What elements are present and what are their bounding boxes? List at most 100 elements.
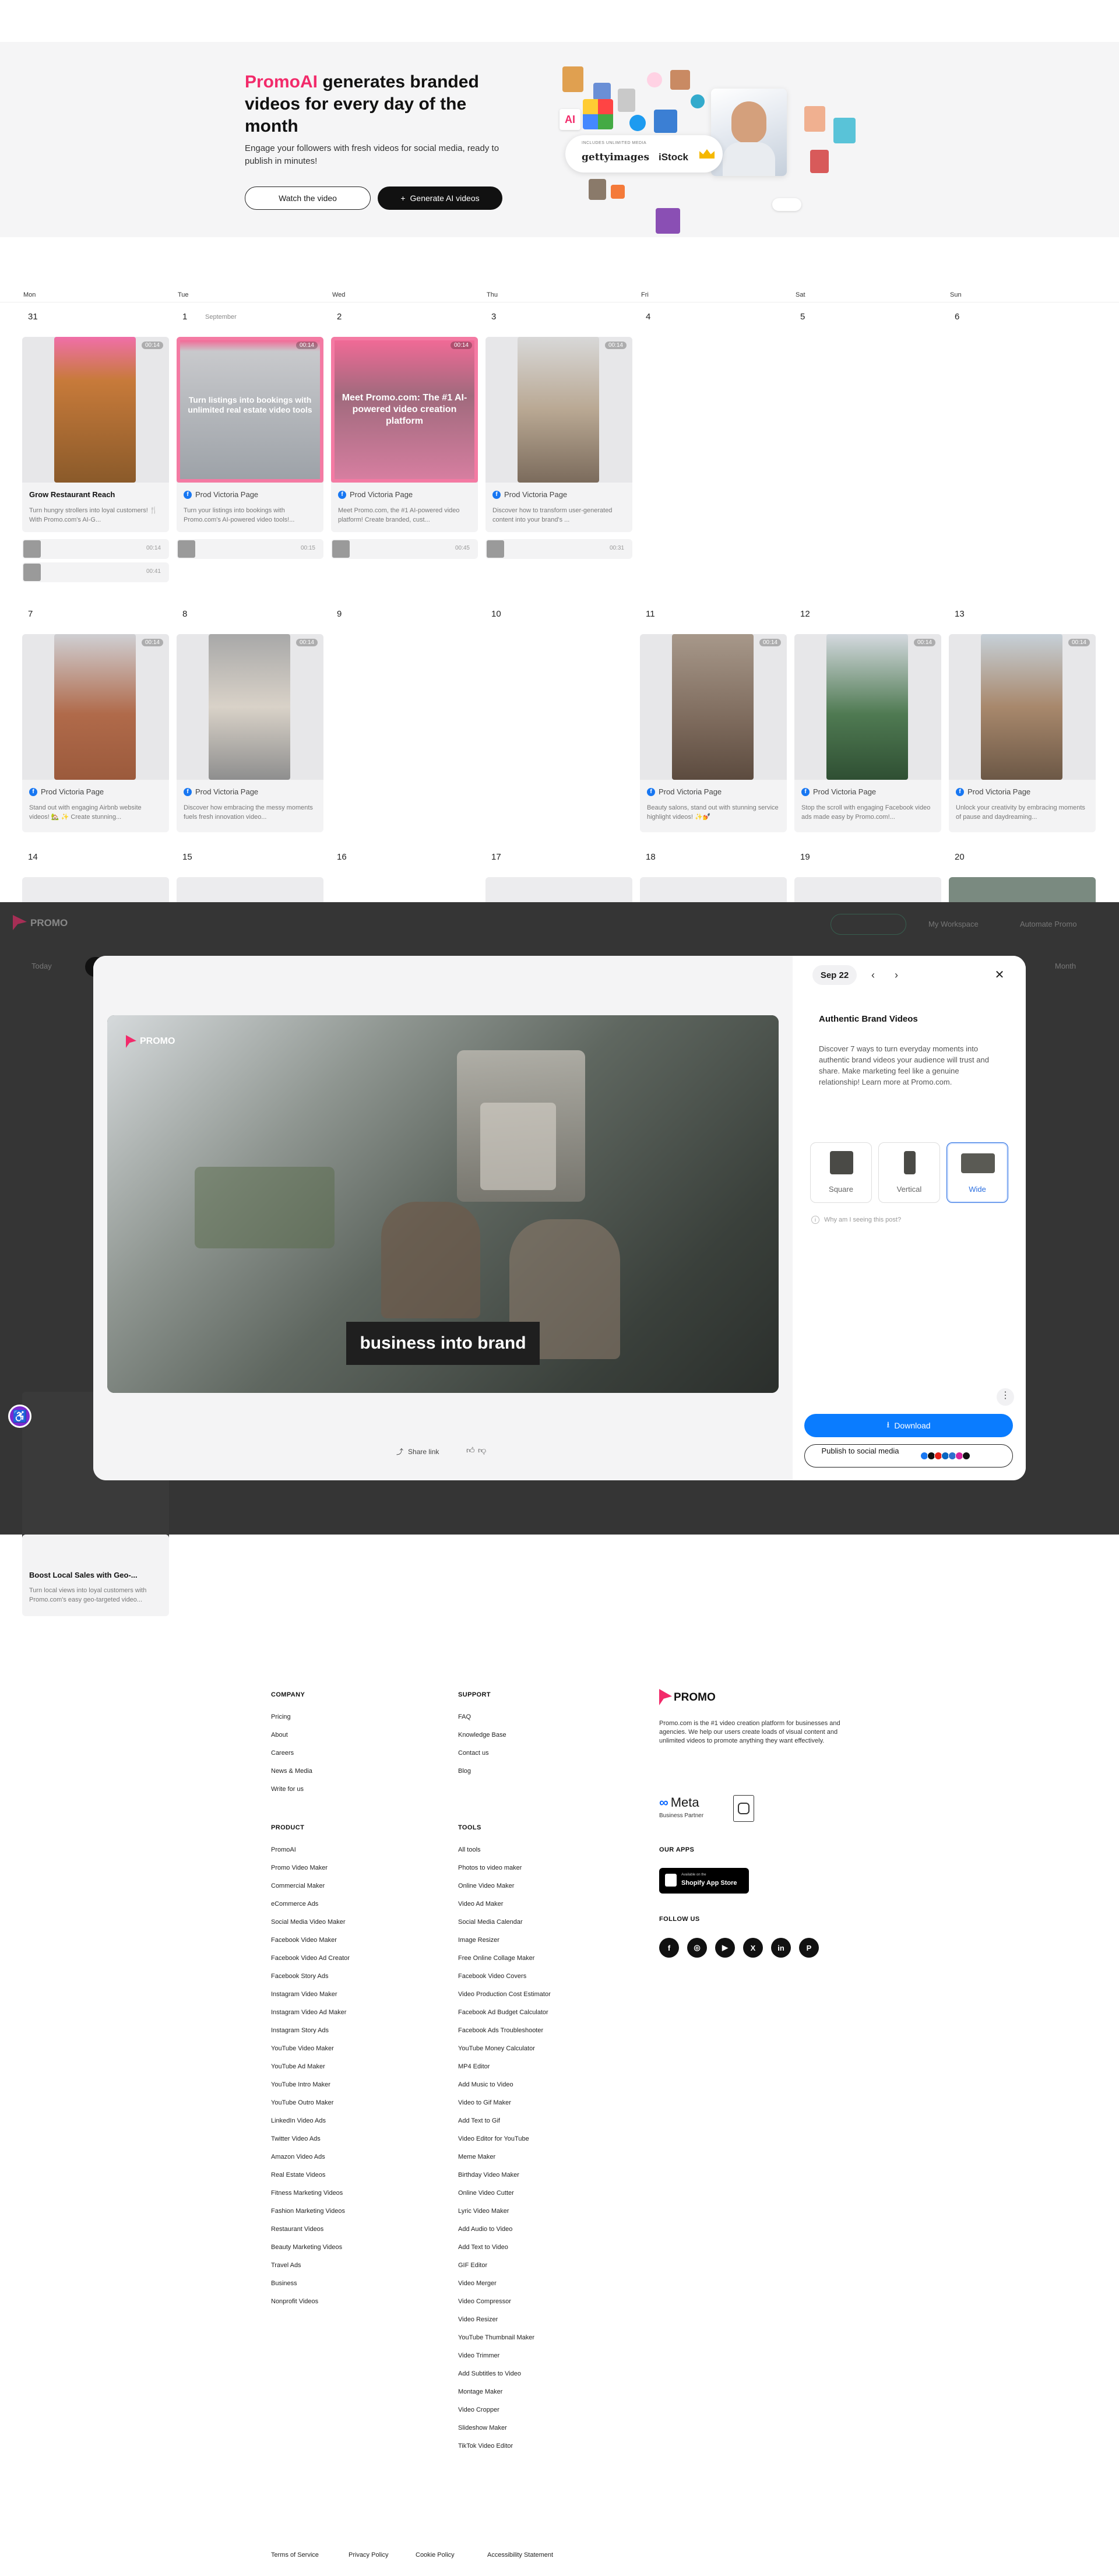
download-button[interactable]: ⭳ Download bbox=[804, 1414, 1013, 1437]
legal-link[interactable]: Accessibility Statement bbox=[487, 2552, 553, 2559]
legal-link[interactable]: Privacy Policy bbox=[349, 2552, 388, 2559]
footer-link[interactable]: Social Media Video Maker bbox=[271, 1919, 346, 1926]
mini-post[interactable]: 00:15 bbox=[177, 539, 323, 559]
footer-link[interactable]: FAQ bbox=[458, 1713, 471, 1720]
facebook-icon[interactable]: f bbox=[659, 1938, 679, 1958]
footer-link[interactable]: Birthday Video Maker bbox=[458, 2172, 519, 2179]
footer-link[interactable]: Add Text to Gif bbox=[458, 2117, 500, 2124]
footer-link[interactable]: MP4 Editor bbox=[458, 2063, 490, 2070]
youtube-icon[interactable]: ▶ bbox=[715, 1938, 735, 1958]
instagram-icon[interactable]: ◎ bbox=[687, 1938, 707, 1958]
month-select[interactable]: Month bbox=[1055, 962, 1076, 970]
footer-link[interactable]: Write for us bbox=[271, 1786, 304, 1793]
footer-link[interactable]: Knowledge Base bbox=[458, 1732, 506, 1739]
post-card[interactable]: 00:14 f Prod Victoria Page Beauty salons,… bbox=[640, 634, 787, 832]
footer-link[interactable]: Instagram Video Maker bbox=[271, 1991, 337, 1998]
footer-link[interactable]: Video to Gif Maker bbox=[458, 2099, 511, 2106]
footer-link[interactable]: YouTube Money Calculator bbox=[458, 2045, 535, 2052]
footer-link[interactable]: Facebook Video Covers bbox=[458, 1973, 526, 1980]
footer-link[interactable]: Facebook Ads Troubleshooter bbox=[458, 2027, 543, 2034]
post-card[interactable]: 00:14 f Prod Victoria Page Unlock your cr… bbox=[949, 634, 1096, 832]
footer-link[interactable]: YouTube Video Maker bbox=[271, 2045, 334, 2052]
footer-link[interactable]: Careers bbox=[271, 1750, 294, 1757]
next-day-button[interactable]: › bbox=[888, 966, 905, 984]
footer-link[interactable]: About bbox=[271, 1732, 288, 1739]
post-card[interactable]: 00:14 f Prod Victoria Page Discover how t… bbox=[485, 337, 632, 532]
footer-link[interactable]: Photos to video maker bbox=[458, 1864, 522, 1871]
post-card[interactable]: Turn listings into bookings with unlimit… bbox=[177, 337, 323, 532]
footer-link[interactable]: Blog bbox=[458, 1768, 471, 1775]
mini-post[interactable]: 00:41 bbox=[22, 562, 169, 582]
footer-link[interactable]: PromoAI bbox=[271, 1846, 296, 1853]
footer-link[interactable]: Meme Maker bbox=[458, 2153, 495, 2160]
footer-link[interactable]: Facebook Story Ads bbox=[271, 1973, 328, 1980]
footer-link[interactable]: Add Text to Video bbox=[458, 2244, 508, 2251]
close-icon[interactable]: ✕ bbox=[991, 966, 1008, 984]
footer-link[interactable]: Video Cropper bbox=[458, 2406, 499, 2413]
mini-post[interactable]: 00:45 bbox=[331, 539, 478, 559]
post-card[interactable] bbox=[485, 877, 632, 902]
footer-link[interactable]: YouTube Intro Maker bbox=[271, 2081, 330, 2088]
footer-link[interactable]: Travel Ads bbox=[271, 2262, 301, 2269]
footer-link[interactable]: Facebook Video Ad Creator bbox=[271, 1955, 350, 1962]
footer-link[interactable]: Video Editor for YouTube bbox=[458, 2135, 529, 2142]
footer-link[interactable]: YouTube Outro Maker bbox=[271, 2099, 333, 2106]
footer-link[interactable]: Instagram Story Ads bbox=[271, 2027, 329, 2034]
post-card[interactable] bbox=[177, 877, 323, 902]
footer-link[interactable]: Real Estate Videos bbox=[271, 2172, 325, 2179]
footer-link[interactable]: Fitness Marketing Videos bbox=[271, 2190, 343, 2197]
footer-link[interactable]: LinkedIn Video Ads bbox=[271, 2117, 326, 2124]
footer-logo[interactable]: PROMO bbox=[674, 1691, 716, 1704]
footer-link[interactable]: Slideshow Maker bbox=[458, 2424, 507, 2431]
generate-ai-videos-button[interactable]: + Generate AI videos bbox=[378, 186, 502, 210]
footer-link[interactable]: Facebook Ad Budget Calculator bbox=[458, 2009, 548, 2016]
pinterest-icon[interactable]: P bbox=[799, 1938, 819, 1958]
footer-link[interactable]: Business bbox=[271, 2280, 297, 2287]
accessibility-icon[interactable]: ♿ bbox=[8, 1405, 31, 1428]
footer-link[interactable]: Promo Video Maker bbox=[271, 1864, 328, 1871]
footer-link[interactable]: Add Subtitles to Video bbox=[458, 2370, 521, 2377]
footer-link[interactable]: TikTok Video Editor bbox=[458, 2443, 513, 2450]
footer-link[interactable]: Online Video Maker bbox=[458, 1882, 514, 1889]
post-card[interactable]: 00:14 Grow Restaurant Reach Turn hungry … bbox=[22, 337, 169, 532]
upgrade-button[interactable] bbox=[831, 914, 906, 935]
format-square-option[interactable]: Square bbox=[810, 1142, 872, 1203]
footer-link[interactable]: Video Production Cost Estimator bbox=[458, 1991, 551, 1998]
thumbs-up-icon[interactable]: 👍︎ bbox=[466, 1445, 475, 1455]
shopify-app-store-badge[interactable]: Available on the Shopify App Store bbox=[659, 1868, 749, 1894]
footer-link[interactable]: Video Resizer bbox=[458, 2316, 498, 2323]
post-card[interactable]: Meet Promo.com: The #1 AI-powered video … bbox=[331, 337, 478, 532]
post-card[interactable]: 00:14 f Prod Victoria Page Stand out with… bbox=[22, 634, 169, 832]
footer-link[interactable]: Nonprofit Videos bbox=[271, 2298, 318, 2305]
why-seeing-link[interactable]: i Why am I seeing this post? bbox=[811, 1216, 901, 1224]
footer-link[interactable]: Online Video Cutter bbox=[458, 2190, 514, 2197]
footer-link[interactable]: Contact us bbox=[458, 1750, 489, 1757]
automate-menu[interactable]: Automate Promo bbox=[1020, 920, 1077, 928]
footer-link[interactable]: Facebook Video Maker bbox=[271, 1937, 337, 1944]
footer-link[interactable]: eCommerce Ads bbox=[271, 1901, 318, 1908]
today-button[interactable]: Today bbox=[31, 962, 52, 970]
footer-link[interactable]: Pricing bbox=[271, 1713, 291, 1720]
thumbs-down-icon[interactable]: 👎︎ bbox=[478, 1445, 486, 1455]
footer-link[interactable]: Fashion Marketing Videos bbox=[271, 2208, 345, 2215]
more-options-icon[interactable]: ⋮ bbox=[997, 1388, 1014, 1406]
footer-link[interactable]: All tools bbox=[458, 1846, 481, 1853]
footer-link[interactable]: YouTube Thumbnail Maker bbox=[458, 2334, 534, 2341]
post-card[interactable]: 00:14 f Prod Victoria Page Stop the scrol… bbox=[794, 634, 941, 832]
mini-post[interactable]: 00:14 bbox=[22, 539, 169, 559]
video-player[interactable]: PROMO business into brand bbox=[107, 1015, 779, 1393]
post-card[interactable]: 00:14 f Prod Victoria Page Discover how e… bbox=[177, 634, 323, 832]
post-card[interactable]: Boost Local Sales with Geo-... Turn loca… bbox=[22, 1535, 169, 1616]
footer-link[interactable]: Video Ad Maker bbox=[458, 1901, 503, 1908]
footer-link[interactable]: News & Media bbox=[271, 1768, 312, 1775]
mini-post[interactable]: 00:31 bbox=[485, 539, 632, 559]
footer-link[interactable]: Video Compressor bbox=[458, 2298, 511, 2305]
footer-link[interactable]: Twitter Video Ads bbox=[271, 2135, 321, 2142]
format-vertical-option[interactable]: Vertical bbox=[878, 1142, 940, 1203]
workspace-switcher[interactable]: My Workspace bbox=[928, 920, 979, 928]
post-card[interactable] bbox=[949, 877, 1096, 902]
footer-link[interactable]: Add Music to Video bbox=[458, 2081, 513, 2088]
x-icon[interactable]: X bbox=[743, 1938, 763, 1958]
footer-link[interactable]: Free Online Collage Maker bbox=[458, 1955, 534, 1962]
footer-link[interactable]: Video Merger bbox=[458, 2280, 497, 2287]
